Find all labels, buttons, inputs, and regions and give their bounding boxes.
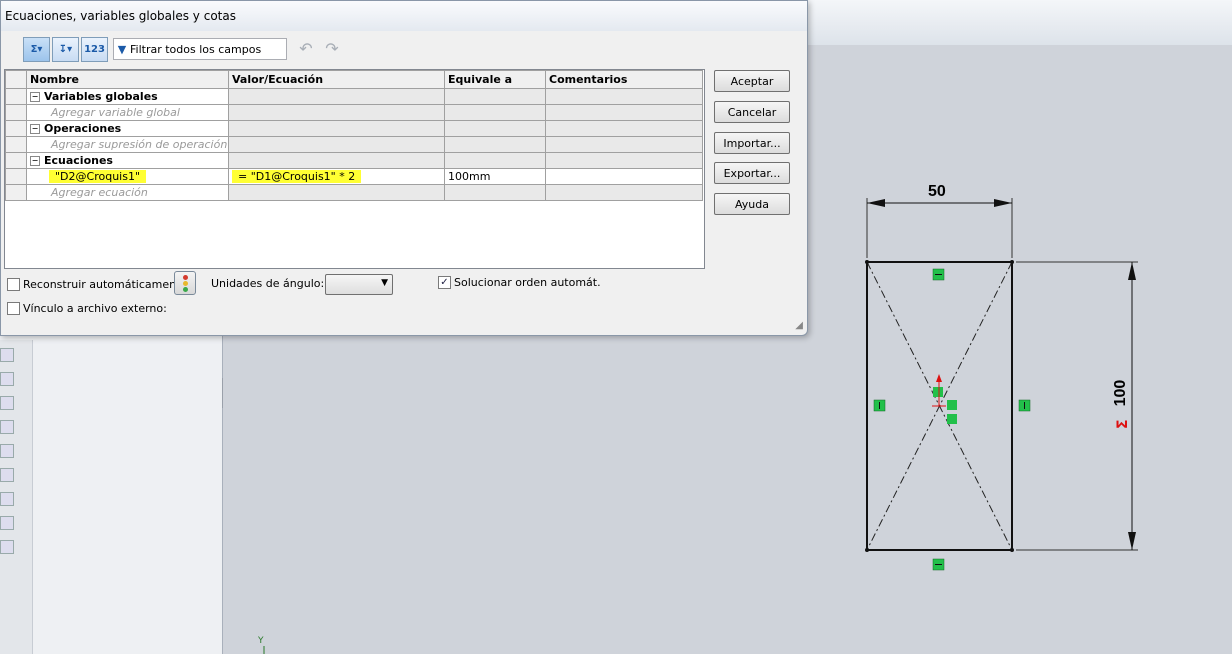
redo-icon[interactable]: ↷ xyxy=(321,39,343,59)
resize-grip-icon[interactable]: ◢ xyxy=(795,320,803,331)
group-label: Variables globales xyxy=(44,90,158,103)
export-button[interactable]: Exportar... xyxy=(714,162,790,184)
numeric-view-icon[interactable]: 123 xyxy=(81,37,108,62)
filter-placeholder: Filtrar todos los campos xyxy=(130,42,262,56)
equation-name-cell[interactable]: "D2@Croquis1" xyxy=(49,170,147,183)
accept-button[interactable]: Aceptar xyxy=(714,70,790,92)
add-global-variable-placeholder[interactable]: Agregar variable global xyxy=(26,104,229,121)
add-suppression-placeholder[interactable]: Agregar supresión de operación xyxy=(26,136,229,153)
width-dimension-value[interactable]: 50 xyxy=(928,183,946,201)
rebuild-traffic-light-icon[interactable] xyxy=(174,271,196,295)
dialog-titlebar[interactable]: Ecuaciones, variables globales y cotas xyxy=(1,1,807,31)
angle-units-label: Unidades de ángulo: xyxy=(211,277,325,290)
axis-y-label: Y xyxy=(258,636,264,646)
external-link-option[interactable]: Vínculo a archivo externo: xyxy=(7,302,167,315)
add-equation-placeholder[interactable]: Agregar ecuación xyxy=(26,184,229,201)
external-link-label: Vínculo a archivo externo: xyxy=(23,302,167,315)
collapse-icon[interactable]: − xyxy=(30,92,40,102)
midpoint-relation-icon[interactable] xyxy=(933,387,943,397)
column-header[interactable]: Valor/Ecuación xyxy=(228,70,445,89)
equations-grid: Nombre Valor/Ecuación Equivale a Comenta… xyxy=(4,69,705,269)
group-row-operations[interactable]: − Operaciones xyxy=(5,120,703,137)
filter-field[interactable]: ▼ Filtrar todos los campos xyxy=(113,38,287,60)
sigma-view-icon[interactable]: Σ▾ xyxy=(23,37,50,62)
collapse-icon[interactable]: − xyxy=(30,124,40,134)
auto-rebuild-checkbox[interactable] xyxy=(7,278,20,291)
chevron-down-icon: ▼ xyxy=(381,278,388,288)
group-label: Operaciones xyxy=(44,122,122,135)
midpoint-relation-icon[interactable] xyxy=(947,414,957,424)
sort-view-icon[interactable]: ↧▾ xyxy=(52,37,79,62)
equation-row[interactable]: "D2@Croquis1" = "D1@Croquis1" * 2 100mm xyxy=(5,168,703,185)
height-dimension-value[interactable]: 100 xyxy=(1112,377,1130,409)
column-header[interactable]: Nombre xyxy=(26,70,229,89)
auto-solve-checkbox[interactable]: ✓ xyxy=(438,276,451,289)
equation-comment-cell[interactable] xyxy=(545,168,703,185)
equations-dialog: Ecuaciones, variables globales y cotas Σ… xyxy=(0,0,808,336)
help-button[interactable]: Ayuda xyxy=(714,193,790,215)
add-global-variable-row[interactable]: Agregar variable global xyxy=(5,104,703,121)
equation-equals-cell: 100mm xyxy=(444,168,546,185)
equation-value-cell[interactable]: = "D1@Croquis1" * 2 xyxy=(232,170,362,183)
column-header[interactable]: Equivale a xyxy=(444,70,546,89)
arrowhead xyxy=(1128,262,1136,280)
add-operation-row[interactable]: Agregar supresión de operación xyxy=(5,136,703,153)
group-label: Ecuaciones xyxy=(44,154,113,167)
arrowhead xyxy=(1128,532,1136,550)
angle-units-select[interactable]: ▼ xyxy=(325,274,393,295)
undo-icon[interactable]: ↶ xyxy=(295,39,317,59)
auto-solve-label: Solucionar orden automát. xyxy=(454,276,601,289)
dialog-title: Ecuaciones, variables globales y cotas xyxy=(5,9,236,23)
auto-solve-option[interactable]: ✓ Solucionar orden automát. xyxy=(438,276,601,289)
collapse-icon[interactable]: − xyxy=(30,156,40,166)
midpoint-relation-icon[interactable] xyxy=(947,400,957,410)
equation-sigma-icon: Σ xyxy=(1115,419,1131,429)
import-button[interactable]: Importar... xyxy=(714,132,790,154)
add-equation-row[interactable]: Agregar ecuación xyxy=(5,184,703,201)
group-row-global-vars[interactable]: − Variables globales xyxy=(5,88,703,105)
group-row-equations[interactable]: − Ecuaciones xyxy=(5,152,703,169)
external-link-checkbox[interactable] xyxy=(7,302,20,315)
auto-rebuild-option[interactable]: Reconstruir automáticamente xyxy=(7,278,187,291)
filter-funnel-icon: ▼ xyxy=(117,42,127,56)
auto-rebuild-label: Reconstruir automáticamente xyxy=(23,278,188,291)
grid-corner[interactable] xyxy=(5,70,27,89)
view-mode-toolbar: Σ▾ ↧▾ 123 xyxy=(23,37,108,62)
arrowhead xyxy=(994,199,1012,207)
arrowhead xyxy=(867,199,885,207)
cancel-button[interactable]: Cancelar xyxy=(714,101,790,123)
column-header[interactable]: Comentarios xyxy=(545,70,703,89)
